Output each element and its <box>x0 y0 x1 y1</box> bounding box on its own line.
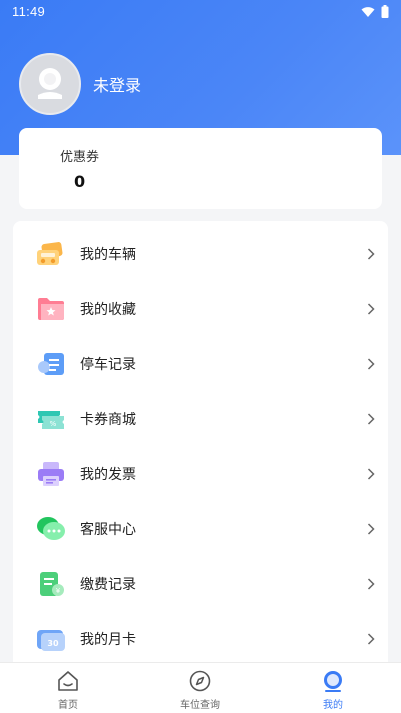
menu-list: 我的车辆 我的收藏 停车记录 % 卡券商城 我的发票 客服中心 ¥ 缴费记录 3… <box>13 221 388 671</box>
chevron-right-icon <box>367 247 375 260</box>
menu-item-label: 我的收藏 <box>80 301 136 318</box>
menu-item-label: 缴费记录 <box>80 576 136 593</box>
customer-service-icon <box>37 516 65 540</box>
monthly-card-icon: 30 <box>37 629 65 651</box>
home-icon <box>58 671 78 691</box>
menu-item-monthly-card[interactable]: 30 我的月卡 <box>13 611 388 666</box>
menu-item-customer-service[interactable]: 客服中心 <box>13 501 388 556</box>
chevron-right-icon <box>367 357 375 370</box>
bottom-tab-bar: 首页 车位查询 我的 <box>0 662 401 713</box>
menu-item-my-favorites[interactable]: 我的收藏 <box>13 281 388 336</box>
svg-text:%: % <box>50 420 57 428</box>
menu-item-parking-records[interactable]: 停车记录 <box>13 336 388 391</box>
status-time: 11:49 <box>12 4 46 19</box>
svg-text:30: 30 <box>47 639 59 648</box>
user-avatar-icon <box>38 68 62 99</box>
menu-item-payment-records[interactable]: ¥ 缴费记录 <box>13 556 388 611</box>
menu-item-coupon-mall[interactable]: % 卡券商城 <box>13 391 388 446</box>
profile-icon <box>324 671 342 692</box>
tab-home[interactable]: 首页 <box>28 663 108 713</box>
invoice-printer-icon <box>38 461 64 486</box>
tab-label: 我的 <box>323 700 343 711</box>
favorite-folder-icon <box>38 297 64 320</box>
chevron-right-icon <box>367 632 375 645</box>
parking-record-icon <box>38 352 64 375</box>
menu-item-label: 我的车辆 <box>80 246 136 263</box>
car-icon <box>37 241 63 265</box>
battery-icon <box>381 5 389 18</box>
chevron-right-icon <box>367 412 375 425</box>
chevron-right-icon <box>367 577 375 590</box>
wifi-icon <box>361 6 375 17</box>
tab-parking-search[interactable]: 车位查询 <box>160 663 240 713</box>
menu-item-my-invoices[interactable]: 我的发票 <box>13 446 388 501</box>
chevron-right-icon <box>367 467 375 480</box>
payment-record-icon: ¥ <box>40 571 64 596</box>
menu-item-label: 卡券商城 <box>80 411 136 428</box>
profile-section[interactable]: 未登录 <box>19 53 141 115</box>
coupon-label: 优惠券 <box>60 150 100 165</box>
svg-text:¥: ¥ <box>56 587 61 595</box>
tab-me[interactable]: 我的 <box>293 663 373 713</box>
chevron-right-icon <box>367 522 375 535</box>
menu-item-label: 我的月卡 <box>80 631 136 648</box>
avatar[interactable] <box>19 53 81 115</box>
login-status[interactable]: 未登录 <box>93 72 141 96</box>
menu-item-label: 客服中心 <box>80 521 136 538</box>
menu-item-my-vehicles[interactable]: 我的车辆 <box>13 226 388 281</box>
menu-item-label: 停车记录 <box>80 356 136 373</box>
chevron-right-icon <box>367 302 375 315</box>
status-bar: 11:49 <box>0 0 401 24</box>
menu-item-label: 我的发票 <box>80 466 136 483</box>
coupon-card[interactable]: 优惠券 0 <box>19 128 382 209</box>
compass-icon <box>189 670 211 692</box>
tab-label: 首页 <box>58 700 78 711</box>
coupon-mall-icon: % <box>38 410 64 429</box>
tab-label: 车位查询 <box>180 700 220 711</box>
coupon-count: 0 <box>74 172 86 191</box>
